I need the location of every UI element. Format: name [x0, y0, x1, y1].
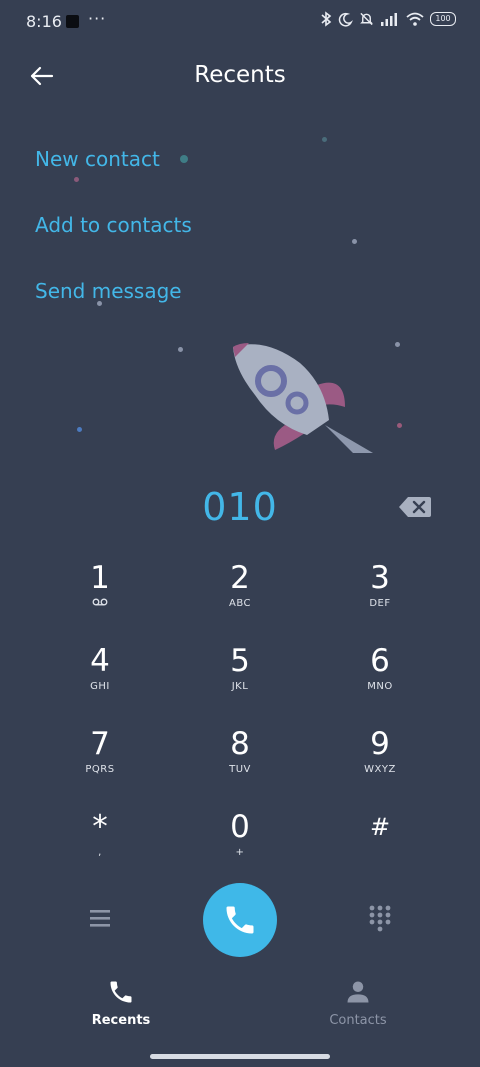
key-letters: , [98, 847, 102, 858]
tab-label: Contacts [329, 1013, 387, 1028]
key-digit: 3 [370, 560, 390, 596]
star-decoration [178, 347, 183, 352]
dialpad-icon [369, 905, 391, 932]
key-digit: * [92, 809, 108, 845]
status-icons: 100 [320, 11, 456, 27]
key-digit: 8 [230, 726, 250, 762]
key-letters: TUV [229, 764, 251, 775]
key-digit: 2 [230, 560, 250, 596]
key-9[interactable]: 9 WXYZ [325, 727, 435, 801]
rocket-illustration [233, 343, 373, 453]
star-decoration [77, 427, 82, 432]
key-digit: 9 [370, 726, 390, 762]
key-3[interactable]: 3 DEF [325, 561, 435, 635]
new-contact-link[interactable]: New contact [35, 147, 160, 171]
key-star[interactable]: * , [45, 810, 155, 884]
key-4[interactable]: 4 GHI [45, 644, 155, 718]
bluetooth-icon [321, 11, 332, 27]
key-hash[interactable]: # [325, 810, 435, 884]
star-decoration [97, 301, 102, 306]
key-digit: 4 [90, 643, 110, 679]
hamburger-icon [90, 910, 110, 927]
voicemail-icon [45, 598, 155, 609]
key-digit: 0 [230, 809, 250, 845]
star-decoration [74, 177, 79, 182]
wifi-icon [406, 12, 424, 26]
key-letters: ABC [228, 598, 251, 609]
more-notifications-icon: ··· [88, 9, 107, 28]
tab-recents[interactable]: Recents [66, 978, 176, 1028]
app-notification-icon [66, 15, 79, 28]
moon-icon [338, 12, 353, 26]
dialpad-toggle-button[interactable] [366, 903, 394, 933]
backspace-icon [399, 497, 431, 517]
key-digit: 6 [370, 643, 390, 679]
key-digit: 7 [90, 726, 110, 762]
key-digit: 5 [230, 643, 250, 679]
star-decoration [395, 342, 400, 347]
battery-icon: 100 [430, 12, 456, 26]
key-0[interactable]: 0 + [185, 810, 295, 884]
key-letters: + [235, 847, 245, 858]
key-letters: PQRS [85, 764, 115, 775]
send-message-link[interactable]: Send message [35, 279, 182, 303]
key-8[interactable]: 8 TUV [185, 727, 295, 801]
star-decoration [180, 155, 188, 163]
person-icon [347, 981, 369, 1003]
key-letters: GHI [90, 681, 110, 692]
key-5[interactable]: 5 JKL [185, 644, 295, 718]
backspace-button[interactable] [398, 496, 432, 518]
star-decoration [322, 137, 327, 142]
phone-icon [110, 981, 132, 1003]
tab-label: Recents [91, 1013, 151, 1028]
key-6[interactable]: 6 MNO [325, 644, 435, 718]
status-time: 8:16 [26, 12, 62, 31]
add-to-contacts-link[interactable]: Add to contacts [35, 213, 192, 237]
key-letters: WXYZ [364, 764, 396, 775]
key-letters: JKL [231, 681, 249, 692]
signal-icon [381, 13, 397, 26]
phone-icon [226, 906, 254, 934]
menu-button[interactable] [86, 905, 114, 931]
key-7[interactable]: 7 PQRS [45, 727, 155, 801]
star-decoration [352, 239, 357, 244]
tab-contacts[interactable]: Contacts [303, 978, 413, 1028]
home-indicator[interactable] [150, 1054, 330, 1059]
key-2[interactable]: 2 ABC [185, 561, 295, 635]
star-decoration [397, 423, 402, 428]
key-letters: DEF [369, 598, 391, 609]
call-button[interactable] [203, 883, 277, 957]
bell-muted-icon [360, 12, 373, 26]
key-1[interactable]: 1 [45, 561, 155, 635]
key-digit: # [369, 813, 391, 841]
key-digit: 1 [90, 560, 110, 596]
key-letters: MNO [367, 681, 393, 692]
page-title: Recents [194, 62, 286, 88]
